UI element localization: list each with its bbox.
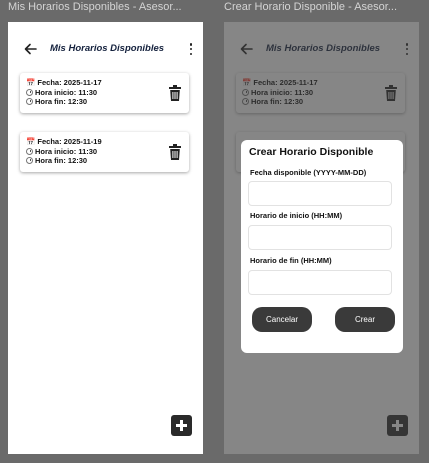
trash-icon[interactable] bbox=[169, 85, 181, 101]
clock-icon bbox=[26, 157, 33, 164]
window-title-schedules: Mis Horarios Disponibles - Asesor... bbox=[8, 1, 182, 13]
schedule-date: 📅 Fecha: 2025-11-19 bbox=[26, 137, 102, 146]
add-schedule-button[interactable] bbox=[171, 415, 192, 436]
schedule-card: 📅 Fecha: 2025-11-17 Hora inicio: 11:30 H… bbox=[20, 73, 189, 113]
schedule-end: Hora fin: 12:30 bbox=[35, 97, 88, 106]
clock-icon bbox=[26, 98, 33, 105]
schedule-start: Hora inicio: 11:30 bbox=[35, 147, 98, 156]
create-button[interactable]: Crear bbox=[335, 307, 395, 332]
schedule-end: Hora fin: 12:30 bbox=[35, 156, 88, 165]
cancel-button[interactable]: Cancelar bbox=[252, 307, 312, 332]
window-title-create: Crear Horario Disponible - Asesor... bbox=[224, 1, 398, 13]
create-schedule-dialog: Crear Horario Disponible Fecha disponibl… bbox=[241, 140, 403, 353]
create-schedule-screen: Mis Horarios Disponibles 📅 Fecha: 2025-1… bbox=[224, 22, 419, 454]
kebab-menu-icon[interactable] bbox=[187, 41, 195, 57]
clock-icon bbox=[26, 148, 33, 155]
start-time-label: Horario de inicio (HH:MM) bbox=[250, 211, 343, 220]
trash-icon[interactable] bbox=[169, 144, 181, 160]
clock-icon bbox=[26, 89, 33, 96]
end-time-input[interactable] bbox=[248, 270, 392, 295]
page-title: Mis Horarios Disponibles bbox=[50, 43, 165, 54]
dialog-title: Crear Horario Disponible bbox=[249, 146, 374, 158]
schedules-screen: Mis Horarios Disponibles 📅 Fecha: 2025-1… bbox=[8, 22, 203, 454]
date-label: Fecha disponible (YYYY-MM-DD) bbox=[250, 168, 367, 177]
back-arrow-icon[interactable] bbox=[22, 40, 40, 58]
app-bar: Mis Horarios Disponibles bbox=[8, 38, 203, 60]
start-time-input[interactable] bbox=[248, 225, 392, 250]
schedule-card: 📅 Fecha: 2025-11-19 Hora inicio: 11:30 H… bbox=[20, 132, 189, 172]
schedule-date: 📅 Fecha: 2025-11-17 bbox=[26, 78, 102, 87]
date-input[interactable] bbox=[248, 181, 392, 206]
end-time-label: Horario de fin (HH:MM) bbox=[250, 256, 332, 265]
schedule-start: Hora inicio: 11:30 bbox=[35, 88, 98, 97]
